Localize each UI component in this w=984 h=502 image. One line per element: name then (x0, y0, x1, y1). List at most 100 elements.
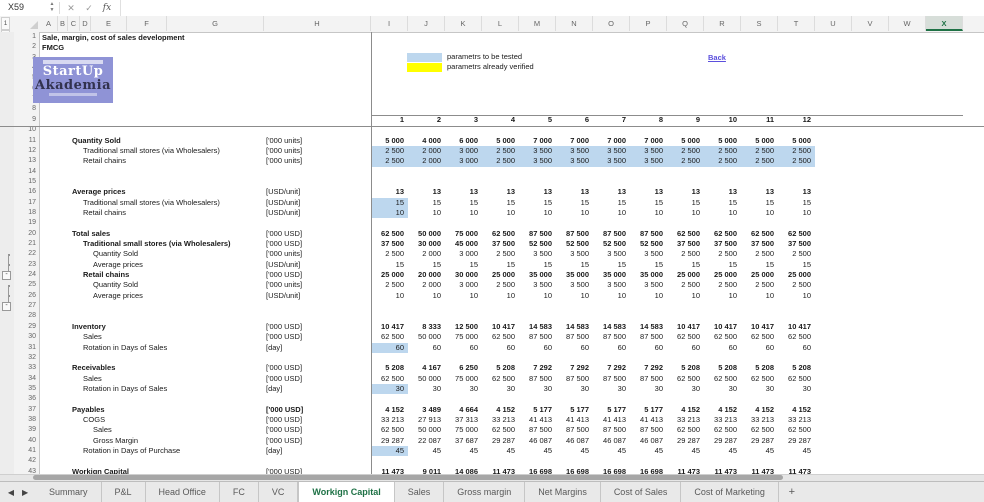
cell[interactable]: 5 208 (371, 363, 408, 373)
row-label[interactable]: Quantity Sold (93, 280, 138, 290)
row-unit[interactable]: ['000 USD] (266, 436, 302, 446)
cell[interactable]: 2 500 (741, 280, 778, 290)
cell[interactable]: 15 (556, 198, 593, 208)
cell[interactable]: 45 (408, 446, 445, 456)
cell[interactable]: 13 (704, 187, 741, 197)
cell[interactable]: 30 (371, 384, 408, 394)
cell[interactable]: 30 (408, 384, 445, 394)
cell[interactable]: 3 500 (519, 146, 556, 156)
cell[interactable]: 7 292 (519, 363, 556, 373)
cell[interactable]: 46 087 (630, 436, 667, 446)
cell[interactable]: 87 500 (593, 425, 630, 435)
cell[interactable]: 62 500 (371, 374, 408, 384)
cell[interactable]: 45 (667, 446, 704, 456)
period-header-12[interactable]: 12 (778, 115, 815, 125)
cell[interactable]: 8 333 (408, 322, 445, 332)
period-header-6[interactable]: 6 (556, 115, 593, 125)
row-label[interactable]: Rotation in Days of Purchase (83, 446, 180, 456)
cell[interactable]: 15 (371, 198, 408, 208)
cell[interactable]: 10 (593, 291, 630, 301)
cell[interactable]: 60 (593, 343, 630, 353)
cell[interactable]: 45 (741, 446, 778, 456)
cell[interactable]: 5 208 (778, 363, 815, 373)
cell[interactable]: 4 152 (667, 405, 704, 415)
row-label[interactable]: Traditional small stores (via Wholesaler… (83, 239, 231, 249)
outline-level-1-button[interactable]: 1 (1, 17, 10, 30)
cell[interactable]: 3 500 (519, 249, 556, 259)
cell[interactable]: 52 500 (630, 239, 667, 249)
cell[interactable]: 3 500 (630, 156, 667, 166)
sheet-tab-cost-of-sales[interactable]: Cost of Sales (601, 482, 682, 502)
cell[interactable]: 37 500 (741, 239, 778, 249)
enter-icon[interactable]: ✓ (82, 1, 96, 15)
cell[interactable]: 15 (445, 198, 482, 208)
cell[interactable]: 45 (593, 446, 630, 456)
cell[interactable]: 3 500 (630, 146, 667, 156)
cell[interactable]: 45 (556, 446, 593, 456)
cell[interactable]: 62 500 (482, 332, 519, 342)
cell[interactable]: 33 213 (704, 415, 741, 425)
cell[interactable]: 62 500 (482, 374, 519, 384)
sheet-tab-sales[interactable]: Sales (395, 482, 445, 502)
cell[interactable]: 75 000 (445, 374, 482, 384)
cell[interactable]: 5 208 (482, 363, 519, 373)
column-header-S[interactable]: S (741, 16, 778, 31)
cell[interactable]: 2 000 (408, 280, 445, 290)
sheet-tab-p-l[interactable]: P&L (102, 482, 146, 502)
column-header-X[interactable]: X (926, 16, 963, 31)
row-unit[interactable]: ['000 USD] (266, 425, 302, 435)
cell[interactable]: 10 (667, 291, 704, 301)
row-unit[interactable]: ['000 units] (266, 156, 302, 166)
cell[interactable]: 41 413 (630, 415, 667, 425)
cell[interactable]: 62 500 (667, 374, 704, 384)
cell[interactable]: 10 (778, 208, 815, 218)
cell[interactable]: 46 087 (519, 436, 556, 446)
column-header-D[interactable]: D (80, 16, 91, 31)
cell[interactable]: 14 583 (519, 322, 556, 332)
cell[interactable]: 87 500 (556, 425, 593, 435)
row-unit[interactable]: ['000 units] (266, 136, 302, 146)
cell[interactable]: 75 000 (445, 229, 482, 239)
cell[interactable]: 37 313 (445, 415, 482, 425)
cell[interactable]: 3 500 (593, 156, 630, 166)
cell[interactable]: 4 152 (482, 405, 519, 415)
cell[interactable]: 5 000 (667, 136, 704, 146)
cell[interactable]: 2 500 (482, 156, 519, 166)
row-unit[interactable]: [day] (266, 384, 282, 394)
column-header-L[interactable]: L (482, 16, 519, 31)
cell[interactable]: 87 500 (556, 229, 593, 239)
row-unit[interactable]: ['000 USD] (266, 405, 303, 415)
period-header-9[interactable]: 9 (667, 115, 704, 125)
cell[interactable]: 10 (408, 208, 445, 218)
cell[interactable]: 10 (556, 291, 593, 301)
cell[interactable]: 60 (445, 343, 482, 353)
cell[interactable]: 2 500 (741, 249, 778, 259)
cell[interactable]: 15 (593, 198, 630, 208)
cell[interactable]: 25 000 (741, 270, 778, 280)
cell[interactable]: 10 417 (704, 322, 741, 332)
cell[interactable]: 62 500 (704, 425, 741, 435)
cell[interactable]: 4 167 (408, 363, 445, 373)
cell[interactable]: 35 000 (593, 270, 630, 280)
cell[interactable]: 10 (630, 291, 667, 301)
column-header-B[interactable]: B (58, 16, 68, 31)
cell[interactable]: 30 (667, 384, 704, 394)
row-label[interactable]: Average prices (93, 291, 143, 301)
cell[interactable]: 10 (704, 208, 741, 218)
column-header-F[interactable]: F (127, 16, 167, 31)
cell[interactable]: 37 500 (371, 239, 408, 249)
cell[interactable]: 3 000 (445, 280, 482, 290)
cell[interactable]: 5 177 (556, 405, 593, 415)
row-label[interactable]: Payables (72, 405, 105, 415)
cell[interactable]: 87 500 (519, 332, 556, 342)
row-unit[interactable]: [USD/unit] (266, 198, 300, 208)
cell[interactable]: 15 (778, 198, 815, 208)
cell[interactable]: 15 (667, 260, 704, 270)
cell[interactable]: 62 500 (741, 374, 778, 384)
row-unit[interactable]: ['000 units] (266, 280, 302, 290)
cell[interactable]: 3 000 (445, 249, 482, 259)
cell[interactable]: 25 000 (371, 270, 408, 280)
cell[interactable]: 46 087 (593, 436, 630, 446)
cell[interactable]: 60 (704, 343, 741, 353)
cell[interactable]: 62 500 (667, 425, 704, 435)
